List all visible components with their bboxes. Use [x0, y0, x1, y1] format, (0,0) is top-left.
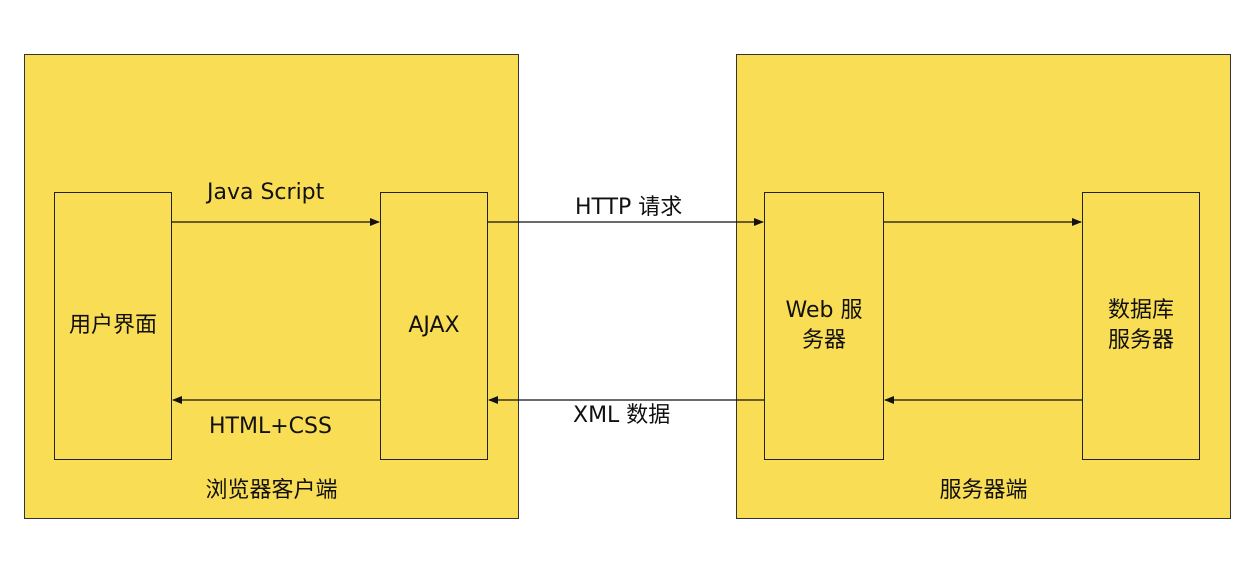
architecture-diagram: 用户界面 AJAX Web 服 务器 数据库 服务器 Java Script H… [0, 0, 1250, 583]
edge-label-html-css: HTML+CSS [209, 414, 332, 439]
edge-label-xml-data: XML 数据 [573, 403, 671, 428]
edge-label-http-request: HTTP 请求 [575, 195, 683, 220]
edge-label-javascript: Java Script [207, 180, 325, 205]
server-side-group-label: 服务器端 [939, 478, 1028, 503]
browser-client-group-label: 浏览器客户端 [205, 478, 338, 503]
